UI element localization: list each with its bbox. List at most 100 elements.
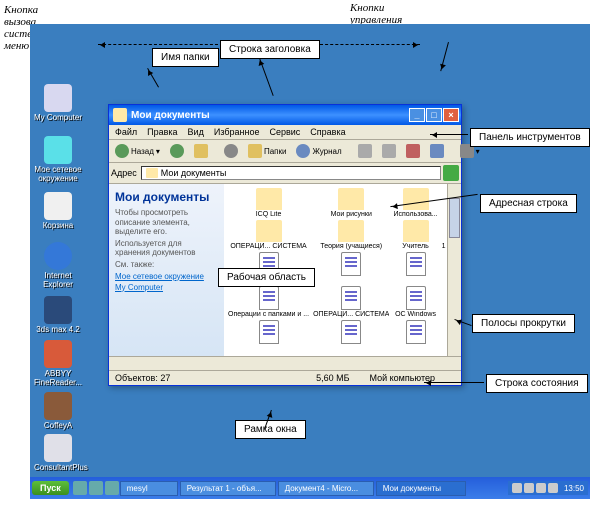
- close-button[interactable]: ×: [443, 108, 459, 122]
- toolbar-search-button[interactable]: [220, 142, 242, 160]
- toolbar-back-button[interactable]: Назад ▾: [111, 142, 164, 160]
- tray-icon[interactable]: [536, 483, 546, 493]
- sidebar-heading: Мои документы: [115, 190, 218, 204]
- folder-icon: [146, 168, 158, 178]
- callout-frame: Рамка окна: [235, 420, 306, 439]
- toolbar-back-label: Назад: [131, 147, 154, 156]
- menu-help[interactable]: Справка: [310, 127, 345, 137]
- desktop-icon-my-computer[interactable]: My Computer: [34, 84, 82, 123]
- toolbar-folders-button[interactable]: Папки: [244, 142, 291, 160]
- desktop-icon-label: Корзина: [34, 222, 82, 231]
- window-controls: _ □ ×: [409, 108, 459, 122]
- folder-item[interactable]: Теория (учащиеся): [313, 220, 389, 250]
- desktop-icon-label: CoffeyA: [34, 422, 82, 431]
- desktop-icon-ie[interactable]: Internet Explorer: [34, 242, 82, 290]
- desktop-icon-label: ABBYY FineReader...: [34, 370, 82, 388]
- quick-launch-icon[interactable]: [89, 481, 103, 495]
- address-input[interactable]: Мои документы: [141, 166, 441, 180]
- file-item[interactable]: [228, 320, 309, 345]
- callout-status-bar: Строка состояния: [486, 374, 588, 393]
- desktop-icon-label: Мое сетевое окружение: [34, 166, 82, 184]
- file-item[interactable]: [313, 252, 389, 284]
- copy-icon: [382, 144, 396, 158]
- callout-folder-name: Имя папки: [152, 48, 219, 67]
- file-item[interactable]: [393, 252, 437, 284]
- tray-icon[interactable]: [512, 483, 522, 493]
- desktop-icon-coffeya[interactable]: CoffeyA: [34, 392, 82, 431]
- go-button[interactable]: [443, 165, 459, 181]
- desktop-icon-label: Internet Explorer: [34, 272, 82, 290]
- menu-view[interactable]: Вид: [188, 127, 204, 137]
- minimize-button[interactable]: _: [409, 108, 425, 122]
- desktop-icon-recycle-bin[interactable]: Корзина: [34, 192, 82, 231]
- address-value: Мои документы: [161, 168, 227, 178]
- taskbar-clock: 13:50: [564, 484, 584, 493]
- menu-tools[interactable]: Сервис: [269, 127, 300, 137]
- taskbar: Пуск mesyl Результат 1 - объя... Докумен…: [30, 477, 590, 499]
- menu-file[interactable]: Файл: [115, 127, 137, 137]
- scrollbar-thumb[interactable]: [449, 198, 460, 238]
- file-item[interactable]: [313, 320, 389, 345]
- file-item[interactable]: Операции с папками и ...: [228, 286, 309, 318]
- system-tray: 13:50: [508, 481, 588, 495]
- sidebar-link-mycomputer[interactable]: My Computer: [115, 283, 218, 292]
- folder-item[interactable]: ICQ Lite: [228, 188, 309, 218]
- callout-toolbar: Панель инструментов: [470, 128, 590, 147]
- quick-launch-icon[interactable]: [105, 481, 119, 495]
- search-icon: [224, 144, 238, 158]
- vertical-scrollbar[interactable]: [447, 184, 461, 356]
- taskbar-task-active[interactable]: Мои документы: [376, 481, 466, 496]
- toolbar: Назад ▾ Папки Журнал ▾: [109, 140, 461, 163]
- sidebar-hint: Чтобы просмотреть описание элемента, выд…: [115, 208, 218, 237]
- horizontal-scrollbar[interactable]: [109, 356, 461, 370]
- taskbar-task[interactable]: mesyl: [120, 481, 178, 496]
- callout-title-bar: Строка заголовка: [220, 40, 320, 59]
- desktop: My Computer Мое сетевое окружение Корзин…: [30, 24, 590, 499]
- file-item[interactable]: ОПЕРАЦИ... СИСТЕМА: [313, 286, 389, 318]
- folders-icon: [248, 144, 262, 158]
- sidebar: Мои документы Чтобы просмотреть описание…: [109, 184, 224, 356]
- callout-scrollbars: Полосы прокрутки: [472, 314, 575, 333]
- toolbar-folders-label: Папки: [264, 147, 287, 156]
- folder-item[interactable]: ОПЕРАЦИ... СИСТЕМА: [228, 220, 309, 250]
- file-item[interactable]: ОС Windows: [393, 286, 437, 318]
- folder-item[interactable]: Учитель: [393, 220, 437, 250]
- start-button[interactable]: Пуск: [32, 481, 69, 495]
- maximize-button[interactable]: □: [426, 108, 442, 122]
- toolbar-undo-button[interactable]: [426, 142, 448, 160]
- desktop-icon-abbyy[interactable]: ABBYY FineReader...: [34, 340, 82, 388]
- toolbar-journal-button[interactable]: Журнал: [292, 142, 345, 160]
- toolbar-copy-button[interactable]: [378, 142, 400, 160]
- desktop-icon-consultant[interactable]: ConsultantPlus: [34, 434, 82, 473]
- tray-icon[interactable]: [524, 483, 534, 493]
- address-bar: Адрес Мои документы: [109, 163, 461, 184]
- tray-icon[interactable]: [548, 483, 558, 493]
- quick-launch-icon[interactable]: [73, 481, 87, 495]
- status-bar: Объектов: 27 5,60 МБ Мой компьютер: [109, 370, 461, 385]
- toolbar-delete-button[interactable]: [402, 142, 424, 160]
- desktop-icon-network[interactable]: Мое сетевое окружение: [34, 136, 82, 184]
- undo-icon: [430, 144, 444, 158]
- toolbar-up-button[interactable]: [190, 142, 212, 160]
- menubar: Файл Правка Вид Избранное Сервис Справка: [109, 125, 461, 140]
- window-title: Мои документы: [131, 110, 210, 121]
- desktop-icon-3dsmax[interactable]: 3ds max 4.2: [34, 296, 82, 335]
- menu-edit[interactable]: Правка: [147, 127, 177, 137]
- menu-favorites[interactable]: Избранное: [214, 127, 260, 137]
- sidebar-link-network[interactable]: Мое сетевое окружение: [115, 272, 218, 281]
- toolbar-forward-button[interactable]: [166, 142, 188, 160]
- journal-icon: [296, 144, 310, 158]
- back-icon: [115, 144, 129, 158]
- quick-launch: [73, 481, 119, 495]
- forward-icon: [170, 144, 184, 158]
- folder-item[interactable]: Мои рисунки: [313, 188, 389, 218]
- file-item[interactable]: [393, 320, 437, 345]
- taskbar-task[interactable]: Документ4 - Micro...: [278, 481, 374, 496]
- system-menu-icon[interactable]: [113, 108, 127, 122]
- toolbar-move-button[interactable]: [354, 142, 376, 160]
- desktop-icon-label: 3ds max 4.2: [34, 326, 82, 335]
- desktop-icon-label: My Computer: [34, 114, 82, 123]
- status-objects: Объектов: 27: [115, 373, 170, 383]
- taskbar-task[interactable]: Результат 1 - объя...: [180, 481, 276, 496]
- titlebar[interactable]: Мои документы _ □ ×: [109, 105, 461, 125]
